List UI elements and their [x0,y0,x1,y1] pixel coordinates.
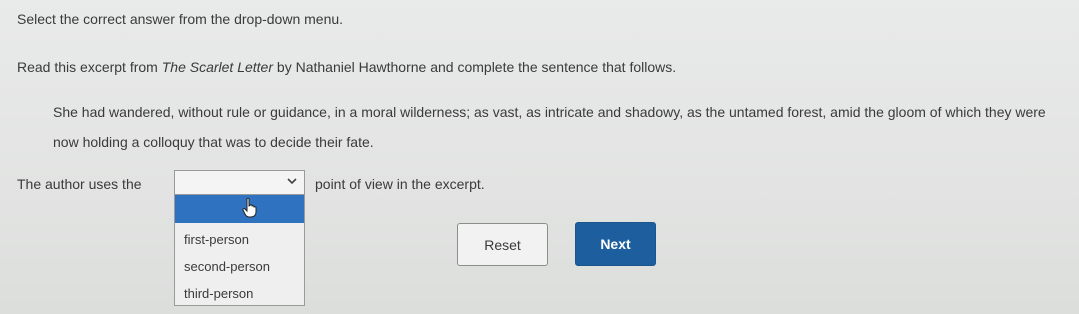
answer-select[interactable] [174,170,305,195]
hand-pointer-icon [242,197,257,218]
next-button[interactable]: Next [575,222,656,266]
dropdown-option-second-person[interactable]: second-person [184,259,270,274]
answer-dropdown-list: first-person second-person third-person [174,195,305,306]
dropdown-option-third-person[interactable]: third-person [184,286,253,301]
book-title: The Scarlet Letter [161,59,274,75]
question-text-after: point of view in the excerpt. [315,176,485,192]
prompt-before: Read this excerpt from [17,59,162,75]
reset-button[interactable]: Reset [457,223,548,266]
instruction-text: Select the correct answer from the drop-… [17,11,344,27]
prompt-text: Read this excerpt from The Scarlet Lette… [17,59,676,75]
excerpt-passage: She had wandered, without rule or guidan… [53,104,1046,150]
chevron-down-icon [287,178,297,185]
prompt-after: by Nathaniel Hawthorne and complete the … [273,59,677,75]
dropdown-highlight-row[interactable] [175,195,304,223]
question-text-before: The author uses the [17,176,142,192]
dropdown-option-first-person[interactable]: first-person [184,232,249,247]
